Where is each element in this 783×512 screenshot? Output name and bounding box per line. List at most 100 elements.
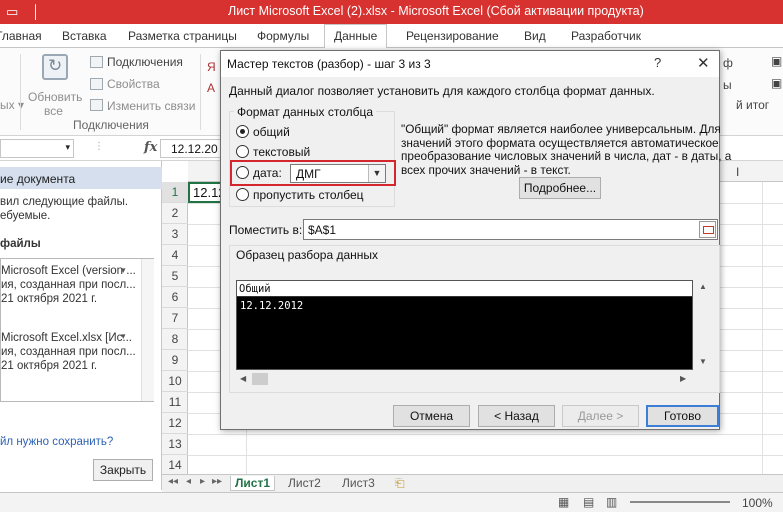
row-header[interactable]: 2 [162, 203, 188, 224]
tab-formulas[interactable]: Формулы [257, 29, 309, 43]
radio-general-label[interactable]: общий [253, 125, 290, 139]
row-headers: 1 2 3 4 5 6 7 8 9 10 11 12 13 14 [162, 182, 188, 495]
radio-text[interactable] [236, 145, 249, 158]
info-line: "Общий" формат является наиболее универс… [401, 122, 721, 136]
tab-insert[interactable]: Вставка [62, 29, 107, 43]
subtotal-button[interactable]: й итог [736, 98, 769, 112]
outline-icon[interactable]: ▣ [771, 54, 782, 68]
row-header[interactable]: 7 [162, 308, 188, 329]
prev-sheet-icon[interactable]: ◂ [186, 476, 191, 487]
fx-icon[interactable]: fx [144, 140, 157, 155]
edit-links-icon [90, 99, 103, 111]
tab-review[interactable]: Рецензирование [406, 29, 499, 43]
formula-input[interactable]: 12.12.20 [160, 139, 228, 158]
destination-input[interactable]: $A$1 [303, 219, 718, 240]
scroll-left-icon[interactable]: ◀ [240, 374, 246, 383]
file-name[interactable]: Microsoft Excel (version ... [1, 265, 136, 277]
tab-data[interactable]: Данные [324, 24, 388, 49]
quick-access-icon[interactable]: ▭ [6, 4, 18, 20]
row-header[interactable]: 8 [162, 329, 188, 350]
next-button[interactable]: Далее > [562, 405, 639, 427]
tab-home[interactable]: Главная [0, 29, 42, 43]
close-button[interactable]: Закрыть [93, 459, 153, 481]
outline-icon-2[interactable]: ▣ [771, 76, 782, 90]
zoom-slider[interactable] [630, 501, 730, 503]
radio-text-row[interactable]: текстовый [236, 145, 310, 161]
range-select-icon[interactable] [699, 221, 716, 238]
finish-button[interactable]: Готово [646, 405, 719, 427]
column-header-i[interactable]: I [736, 165, 739, 179]
refresh-all-label-2[interactable]: все [44, 104, 63, 118]
edit-links-button[interactable]: Изменить связи [107, 99, 195, 113]
sheet-tab-1[interactable]: Лист1 [230, 476, 276, 491]
name-box-dropdown-icon[interactable]: ▾ [65, 142, 70, 153]
properties-button[interactable]: Свойства [107, 77, 160, 91]
date-format-select[interactable]: ДМГ ▼ [290, 164, 386, 183]
ribbon-right-a[interactable]: ф [723, 56, 733, 70]
chevron-down-icon[interactable]: ▼ [368, 165, 385, 182]
refresh-icon[interactable] [42, 54, 68, 80]
row-header[interactable]: 10 [162, 371, 188, 392]
row-header[interactable]: 3 [162, 224, 188, 245]
tab-view[interactable]: Вид [524, 29, 546, 43]
recovery-section-title: файлы [0, 238, 41, 250]
row-header[interactable]: 5 [162, 266, 188, 287]
radio-general[interactable] [236, 125, 249, 138]
row-header[interactable]: 1 [162, 182, 188, 203]
refresh-all-label[interactable]: Обновить [28, 90, 82, 104]
zoom-level[interactable]: 100% [742, 496, 773, 510]
next-sheet-icon[interactable]: ▸ [200, 476, 205, 487]
file-list-scrollbar[interactable] [141, 259, 154, 401]
row-header[interactable]: 14 [162, 455, 188, 476]
data-preview[interactable]: Общий 12.12.2012 [236, 280, 693, 370]
back-button[interactable]: < Назад [478, 405, 555, 427]
view-layout-icon[interactable]: ▤ [583, 495, 594, 509]
file-dropdown-icon[interactable]: ▾ [121, 331, 126, 342]
file-name[interactable]: Microsoft Excel.xlsx [Ис... [1, 332, 132, 344]
sheet-tab-3[interactable]: Лист3 [342, 476, 375, 490]
ribbon-separator [200, 54, 201, 130]
which-file-to-save-link[interactable]: йл нужно сохранить? [0, 436, 113, 448]
radio-skip-row[interactable]: пропустить столбец [236, 188, 364, 204]
name-box[interactable]: ▾ [0, 139, 74, 158]
new-sheet-icon[interactable]: ⎗ [395, 476, 405, 491]
help-icon[interactable]: ? [654, 55, 661, 70]
preview-column-header[interactable]: Общий [237, 281, 692, 297]
tab-page-layout[interactable]: Разметка страницы [128, 29, 237, 43]
row-header[interactable]: 12 [162, 413, 188, 434]
scroll-up-icon[interactable]: ▲ [699, 282, 707, 291]
file-desc: ия, созданная при посл... [1, 279, 136, 291]
radio-text-label[interactable]: текстовый [253, 145, 310, 159]
preview-horizontal-scrollbar[interactable]: ◀ ▶ [236, 371, 693, 387]
scroll-down-icon[interactable]: ▼ [699, 357, 707, 366]
ribbon-tabs: Главная Вставка Разметка страницы Формул… [0, 24, 783, 49]
radio-skip-label[interactable]: пропустить столбец [253, 188, 364, 202]
ribbon-right-b[interactable]: ы [723, 78, 732, 92]
file-dropdown-icon[interactable]: ▾ [121, 265, 126, 276]
sort-icon[interactable]: Я [207, 60, 216, 74]
view-pagebreak-icon[interactable]: ▥ [606, 495, 617, 509]
close-icon[interactable]: ✕ [697, 54, 710, 72]
row-header[interactable]: 11 [162, 392, 188, 413]
row-header[interactable]: 9 [162, 350, 188, 371]
row-header[interactable]: 13 [162, 434, 188, 455]
sheet-tabs-bar: ◂◂ ◂ ▸ ▸▸ Лист1 Лист2 Лист3 ⎗ [162, 474, 783, 492]
sheet-tab-2[interactable]: Лист2 [288, 476, 321, 490]
sort-desc-icon[interactable]: А [207, 81, 215, 95]
connections-button[interactable]: Подключения [107, 55, 183, 69]
scroll-right-icon[interactable]: ▶ [680, 374, 686, 383]
tab-developer[interactable]: Разработчик [571, 29, 641, 43]
more-button[interactable]: Подробнее... [519, 177, 601, 199]
cancel-button[interactable]: Отмена [393, 405, 470, 427]
preview-vertical-scrollbar[interactable]: ▲ ▼ [695, 280, 711, 370]
file-date: 21 октября 2021 г. [1, 360, 98, 372]
dialog-title: Мастер текстов (разбор) - шаг 3 из 3 [227, 57, 431, 71]
first-sheet-icon[interactable]: ◂◂ [168, 476, 178, 487]
last-sheet-icon[interactable]: ▸▸ [212, 476, 222, 487]
radio-general-row[interactable]: общий [236, 125, 290, 141]
scrollbar-thumb[interactable] [252, 373, 268, 385]
row-header[interactable]: 6 [162, 287, 188, 308]
radio-skip[interactable] [236, 188, 249, 201]
row-header[interactable]: 4 [162, 245, 188, 266]
view-normal-icon[interactable]: ▦ [558, 495, 569, 509]
